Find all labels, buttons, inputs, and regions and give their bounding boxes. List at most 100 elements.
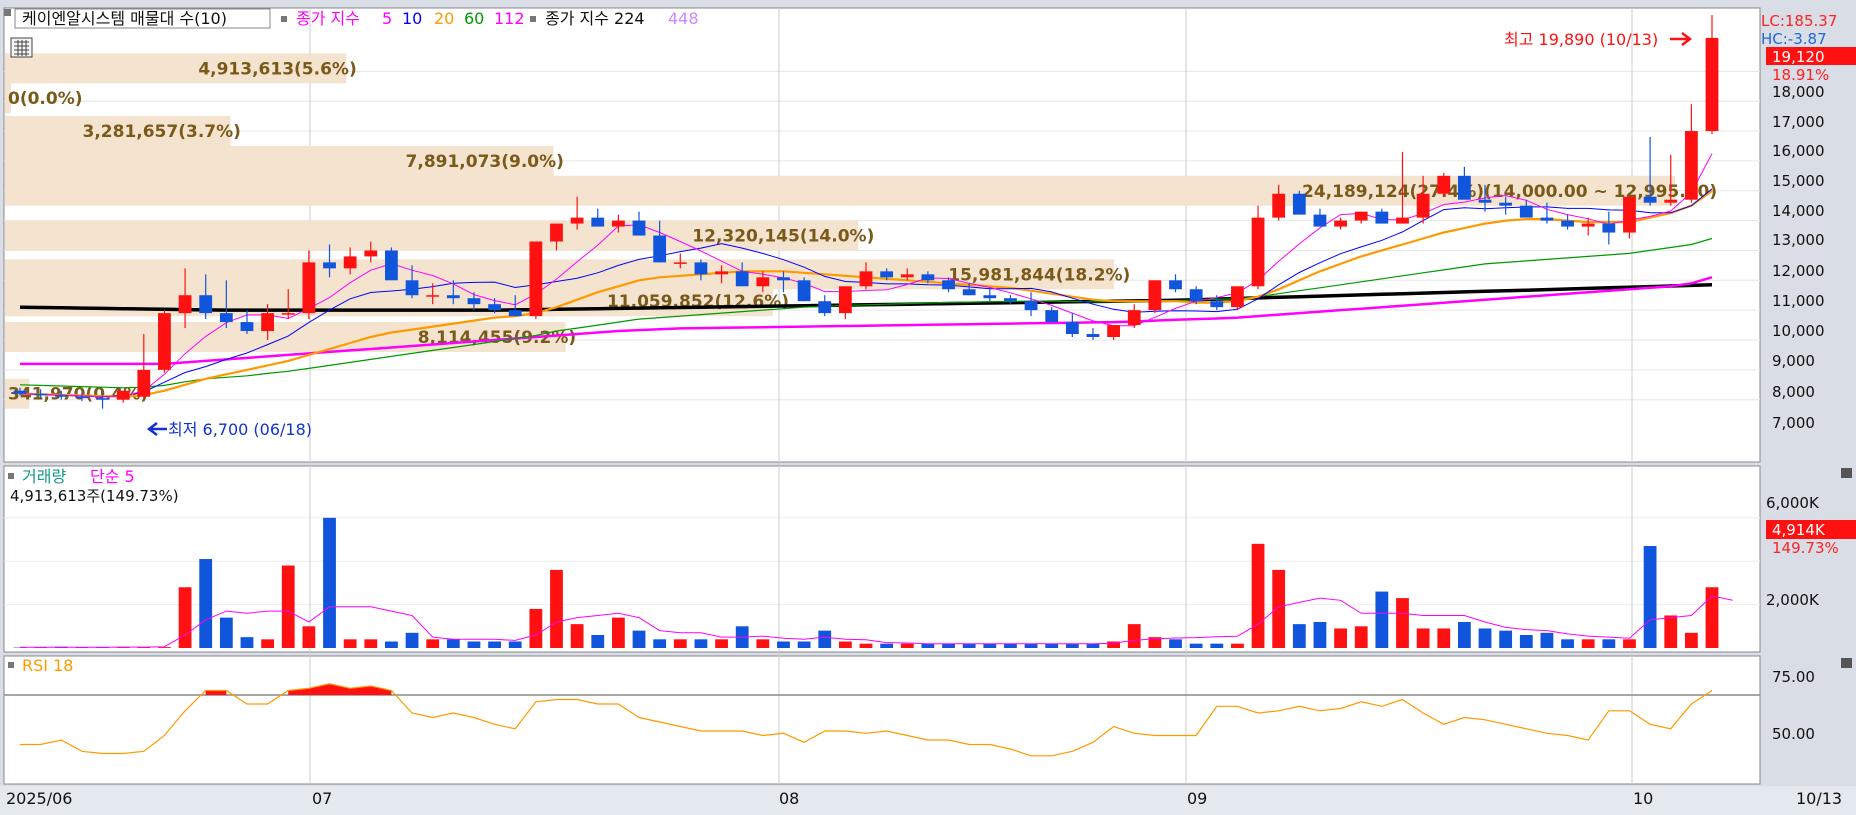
price-tick: 18,000 [1772,83,1825,101]
candle-body [1664,199,1678,203]
volume-last-pct: 149.73% [1772,539,1839,557]
volume-tick: 2,000K [1766,591,1820,609]
price-tick: 9,000 [1772,352,1815,370]
legend-square-icon [281,16,287,22]
price-tick: 15,000 [1772,172,1825,190]
volume-profile-label: 0(0.0%) [8,89,83,109]
candle-body [1334,220,1347,227]
volume-bar [1354,626,1368,648]
volume-bar [591,634,605,648]
candle-body [673,262,687,264]
volume-bar [1024,643,1038,648]
volume-profile-label: 15,981,844(18.2%) [948,265,1130,285]
candle-body [529,241,543,317]
volume-bar [1045,643,1059,648]
candle-body [219,313,233,323]
volume-bar [446,639,460,648]
volume-bar [1272,569,1286,648]
ma-period-10: 10 [402,9,422,28]
candle-body [1623,196,1636,233]
price-tick: 10,000 [1772,322,1825,340]
volume-bar [1189,643,1203,648]
candle-body [550,223,563,242]
candle-body [323,262,336,269]
candle-body [1519,205,1533,218]
volume-bar [1210,643,1224,648]
candle-body [1127,310,1141,326]
volume-profile-label: 4,913,613(5.6%) [198,59,356,79]
candle-body [859,271,873,287]
volume-profile-label: 7,891,073(9.0%) [406,152,564,172]
volume-bar [426,639,440,648]
candle-body [1024,301,1038,311]
candle-body [1643,196,1657,203]
candle-body [1210,301,1224,308]
candle-body [199,295,213,314]
candle-body [611,220,625,227]
current-price: 19,120 [1772,48,1825,66]
legend-square-icon [8,662,14,668]
volume-bar [1581,639,1595,648]
candle-body [694,262,708,275]
candle-body [838,286,852,314]
volume-bar [199,559,213,648]
candle-body [1705,37,1719,132]
candle-body [281,313,295,315]
ma-period-5: 5 [382,9,392,28]
candle-body [1478,199,1492,203]
volume-bar [1396,598,1409,648]
stock-chart: 4,913,613(5.6%) 0(0.0%)3,281,657(3.7%) 7,8… [0,0,1856,815]
candle-body [96,398,109,400]
candle-body [632,220,646,236]
volume-bar [240,637,254,648]
candle-body [75,396,89,399]
candle-body [1148,280,1162,311]
candle-body [653,235,667,263]
candle-body [467,298,481,305]
candle-body [426,295,440,297]
candle-body [1396,217,1409,224]
volume-bar [405,632,419,648]
volume-bar [178,587,192,648]
volume-bar [1086,643,1100,648]
volume-bar [673,639,687,648]
volume-bar [900,643,914,648]
volume-bar [488,641,501,648]
volume-bar [1561,639,1574,648]
candle-body [34,393,48,396]
volume-bar [797,641,811,648]
legend-square-icon [8,473,14,479]
candle-body [1684,131,1698,200]
date-tick-last: 10/13 [1796,789,1842,808]
change-pct: 18.91% [1772,66,1829,84]
volume-bar [715,639,728,648]
candle-body [137,369,151,397]
candle-body [797,280,811,302]
date-tick: 10 [1633,789,1653,808]
volume-value: 4,913,613주(149.73%) [10,487,179,505]
candle-body [178,295,192,314]
collapse-icon[interactable] [1841,468,1852,478]
volume-bar [302,626,316,648]
candle-body [962,289,976,296]
volume-bar [281,565,295,648]
price-tick: 17,000 [1772,113,1825,131]
price-tick: 14,000 [1772,202,1825,220]
rsi-overbought-fill [205,690,227,695]
candle-body [1540,217,1554,221]
volume-bar [1375,591,1389,648]
volume-bar [1004,643,1017,648]
ma-period-112: 112 [494,9,525,28]
volume-profile-label: 3,281,657(3.7%) [83,122,241,142]
volume-bar [1169,639,1182,648]
collapse-icon[interactable] [1841,658,1852,668]
volume-bar [1623,639,1636,648]
candle-body [116,390,130,400]
volume-bar [1602,639,1616,648]
volume-bar [261,639,275,648]
price-tick: 13,000 [1772,231,1825,249]
volume-bar [343,639,357,648]
candle-body [570,217,584,224]
candle-body [942,280,955,290]
volume-bar [1251,543,1265,648]
